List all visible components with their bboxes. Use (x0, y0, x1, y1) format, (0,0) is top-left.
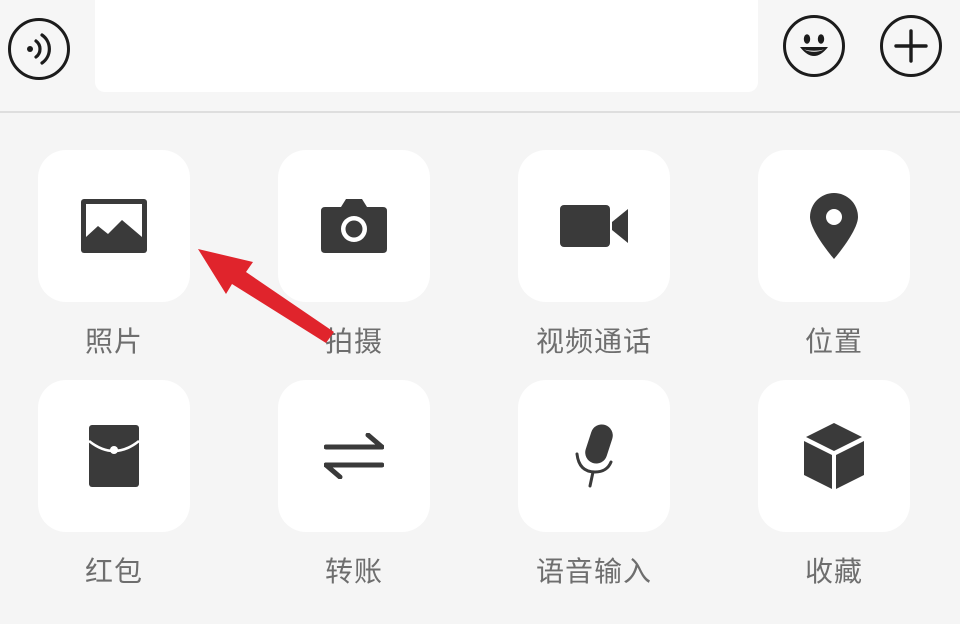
transfer-label: 转账 (324, 555, 383, 588)
camera-button[interactable] (278, 150, 430, 302)
photo-icon (81, 199, 147, 253)
favorites-button[interactable] (758, 380, 910, 532)
emoji-icon (791, 23, 837, 69)
microphone-icon (569, 424, 619, 488)
panel-item-red-packet[interactable]: 红包 (0, 343, 240, 588)
plus-icon (891, 26, 931, 66)
voice-input-label: 语音输入 (535, 555, 652, 588)
favorites-icon (804, 423, 864, 489)
transfer-icon (324, 433, 384, 479)
panel-item-transfer[interactable]: 转账 (240, 343, 480, 588)
emoji-button[interactable] (783, 15, 845, 77)
function-panel: 照片 拍摄 视频通话 位置 红包 转账 语音输入 收藏 (0, 113, 960, 624)
transfer-button[interactable] (278, 380, 430, 532)
red-packet-icon (89, 425, 139, 487)
video-call-button[interactable] (518, 150, 670, 302)
panel-item-camera[interactable]: 拍摄 (240, 113, 480, 358)
chat-input-bar (0, 0, 960, 113)
panel-item-video-call[interactable]: 视频通话 (480, 113, 720, 358)
voice-input-button[interactable] (518, 380, 670, 532)
panel-item-location[interactable]: 位置 (720, 113, 960, 358)
more-functions-button[interactable] (880, 15, 942, 77)
location-button[interactable] (758, 150, 910, 302)
photo-button[interactable] (38, 150, 190, 302)
camera-icon (321, 199, 387, 253)
panel-item-favorites[interactable]: 收藏 (720, 343, 960, 588)
voice-toggle-button[interactable] (8, 18, 70, 80)
video-call-icon (560, 205, 628, 247)
panel-item-voice-input[interactable]: 语音输入 (480, 343, 720, 588)
location-icon (808, 193, 860, 259)
favorites-label: 收藏 (804, 555, 863, 588)
voice-icon (19, 29, 59, 69)
message-input[interactable] (95, 0, 758, 92)
panel-item-photo[interactable]: 照片 (0, 113, 240, 358)
red-packet-button[interactable] (38, 380, 190, 532)
red-packet-label: 红包 (84, 555, 143, 588)
